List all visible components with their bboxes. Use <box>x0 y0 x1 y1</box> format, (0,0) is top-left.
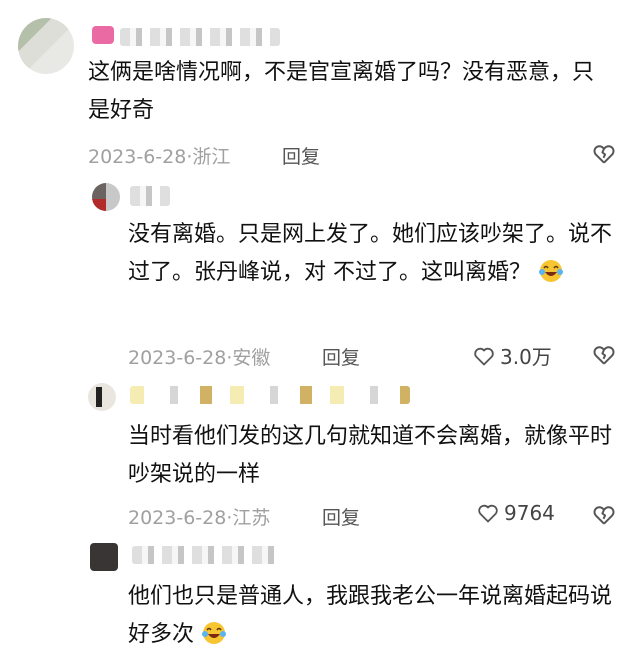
comment-date: 2023-6-28 <box>88 146 187 168</box>
comment-location: 江苏 <box>232 507 271 529</box>
reply-button[interactable]: 回复 <box>322 343 360 370</box>
username-blurred[interactable] <box>132 546 282 564</box>
comment-text: 没有离婚。只是网上发了。她们应该吵架了。说不过了。张丹峰说，对 不过了。这叫离婚… <box>128 216 618 292</box>
comment-meta: 2023-6-28·浙江 <box>88 142 230 169</box>
broken-heart-icon[interactable] <box>591 342 617 368</box>
comment-date: 2023-6-28 <box>128 507 227 529</box>
avatar[interactable] <box>92 183 120 211</box>
laughing-crying-emoji <box>202 622 227 644</box>
comment-text: 这俩是啥情况啊，不是官宣离婚了吗？没有恶意，只是好奇 <box>88 60 595 123</box>
username-blurred[interactable] <box>130 386 410 404</box>
comment-location: 浙江 <box>192 146 231 168</box>
like-button[interactable]: 3.0万 <box>472 341 552 370</box>
laughing-crying-emoji <box>539 260 563 282</box>
user-badge-icon <box>92 26 114 44</box>
broken-heart-icon[interactable] <box>591 502 617 528</box>
avatar[interactable] <box>18 18 74 74</box>
comment-meta: 2023-6-28·江苏 <box>128 503 270 530</box>
username-blurred[interactable] <box>120 28 280 46</box>
like-button[interactable]: 9764 <box>476 501 555 525</box>
comment-text: 当时看他们发的这几句就知道不会离婚，就像平时吵架说的一样 <box>128 424 613 487</box>
heart-outline-icon <box>478 504 498 523</box>
comment-date: 2023-6-28 <box>128 347 227 369</box>
heart-outline-icon <box>474 347 494 365</box>
avatar[interactable] <box>90 543 118 571</box>
comment-meta: 2023-6-28·安徽 <box>128 343 270 370</box>
like-count: 3.0万 <box>500 345 552 369</box>
username-blurred[interactable] <box>130 186 170 206</box>
avatar[interactable] <box>88 383 116 411</box>
like-count: 9764 <box>504 501 555 525</box>
comment-text: 他们也只是普通人，我跟我老公一年说离婚起码说好多次 <box>128 578 618 654</box>
reply-button[interactable]: 回复 <box>322 503 360 530</box>
broken-heart-icon[interactable] <box>591 141 617 167</box>
reply-button[interactable]: 回复 <box>282 142 320 169</box>
comment-location: 安徽 <box>232 347 271 369</box>
